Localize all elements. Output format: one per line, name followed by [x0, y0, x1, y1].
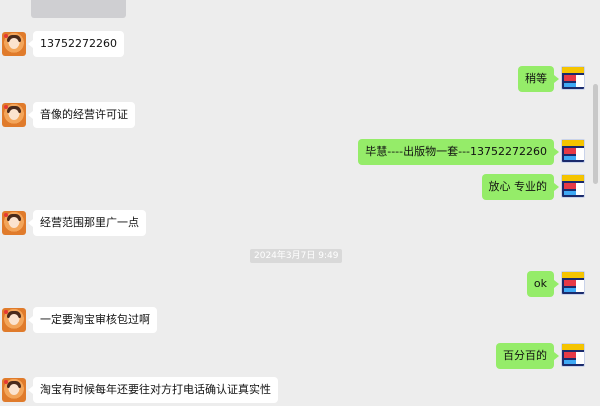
avatar-pattern [564, 83, 576, 87]
message-bubble-outgoing[interactable]: 毕慧----出版物一套---13752272260 [358, 139, 559, 165]
scrollbar[interactable] [593, 84, 598, 184]
avatar-pattern [564, 148, 576, 154]
avatar-pattern [564, 280, 576, 286]
avatar-pattern [562, 67, 584, 73]
message-bubble-incoming[interactable]: 13752272260 [28, 31, 124, 57]
avatar-accent [4, 34, 8, 38]
avatar-accent [4, 213, 8, 217]
chat-timestamp: 2024年3月7日 9:49 [250, 249, 343, 263]
avatar-pattern [576, 183, 584, 195]
avatar-pattern [564, 75, 576, 81]
avatar-pattern [564, 352, 576, 358]
avatar-pattern [562, 140, 584, 146]
avatar-accent [4, 310, 8, 314]
user-avatar[interactable] [561, 66, 585, 90]
avatar-pattern [576, 148, 584, 160]
message-bubble-outgoing[interactable]: 放心 专业的 [481, 174, 559, 200]
message-bubble-incoming[interactable]: 音像的经营许可证 [28, 102, 135, 128]
avatar-pattern [562, 272, 584, 278]
message-bubble-incoming[interactable]: 一定要淘宝审核包过啊 [28, 307, 157, 333]
avatar-pattern [562, 344, 584, 350]
contact-avatar[interactable] [2, 308, 26, 332]
contact-avatar[interactable] [2, 211, 26, 235]
avatar-pattern [564, 156, 576, 160]
message-bubble-outgoing[interactable]: ok [526, 271, 560, 297]
avatar-pattern [576, 352, 584, 364]
avatar-pattern [576, 75, 584, 87]
user-avatar[interactable] [561, 139, 585, 163]
contact-avatar[interactable] [2, 32, 26, 56]
message-bubble-outgoing[interactable]: 百分百的 [496, 343, 559, 369]
avatar-pattern [564, 191, 576, 195]
user-avatar[interactable] [561, 174, 585, 198]
previous-message-fragment [31, 0, 126, 18]
avatar-accent [4, 105, 8, 109]
user-avatar[interactable] [561, 343, 585, 367]
message-bubble-incoming[interactable]: 淘宝有时候每年还要往对方打电话确认证真实性 [28, 377, 278, 403]
avatar-accent [4, 380, 8, 384]
avatar-pattern [576, 280, 584, 292]
contact-avatar[interactable] [2, 103, 26, 127]
contact-avatar[interactable] [2, 378, 26, 402]
avatar-face [9, 109, 19, 120]
user-avatar[interactable] [561, 271, 585, 295]
avatar-face [9, 217, 19, 228]
avatar-pattern [564, 288, 576, 292]
avatar-pattern [562, 175, 584, 181]
avatar-pattern [564, 183, 576, 189]
avatar-face [9, 314, 19, 325]
message-bubble-incoming[interactable]: 经营范围那里广一点 [28, 210, 146, 236]
message-bubble-outgoing[interactable]: 稍等 [518, 66, 559, 92]
avatar-face [9, 384, 19, 395]
avatar-face [9, 38, 19, 49]
avatar-pattern [564, 360, 576, 364]
